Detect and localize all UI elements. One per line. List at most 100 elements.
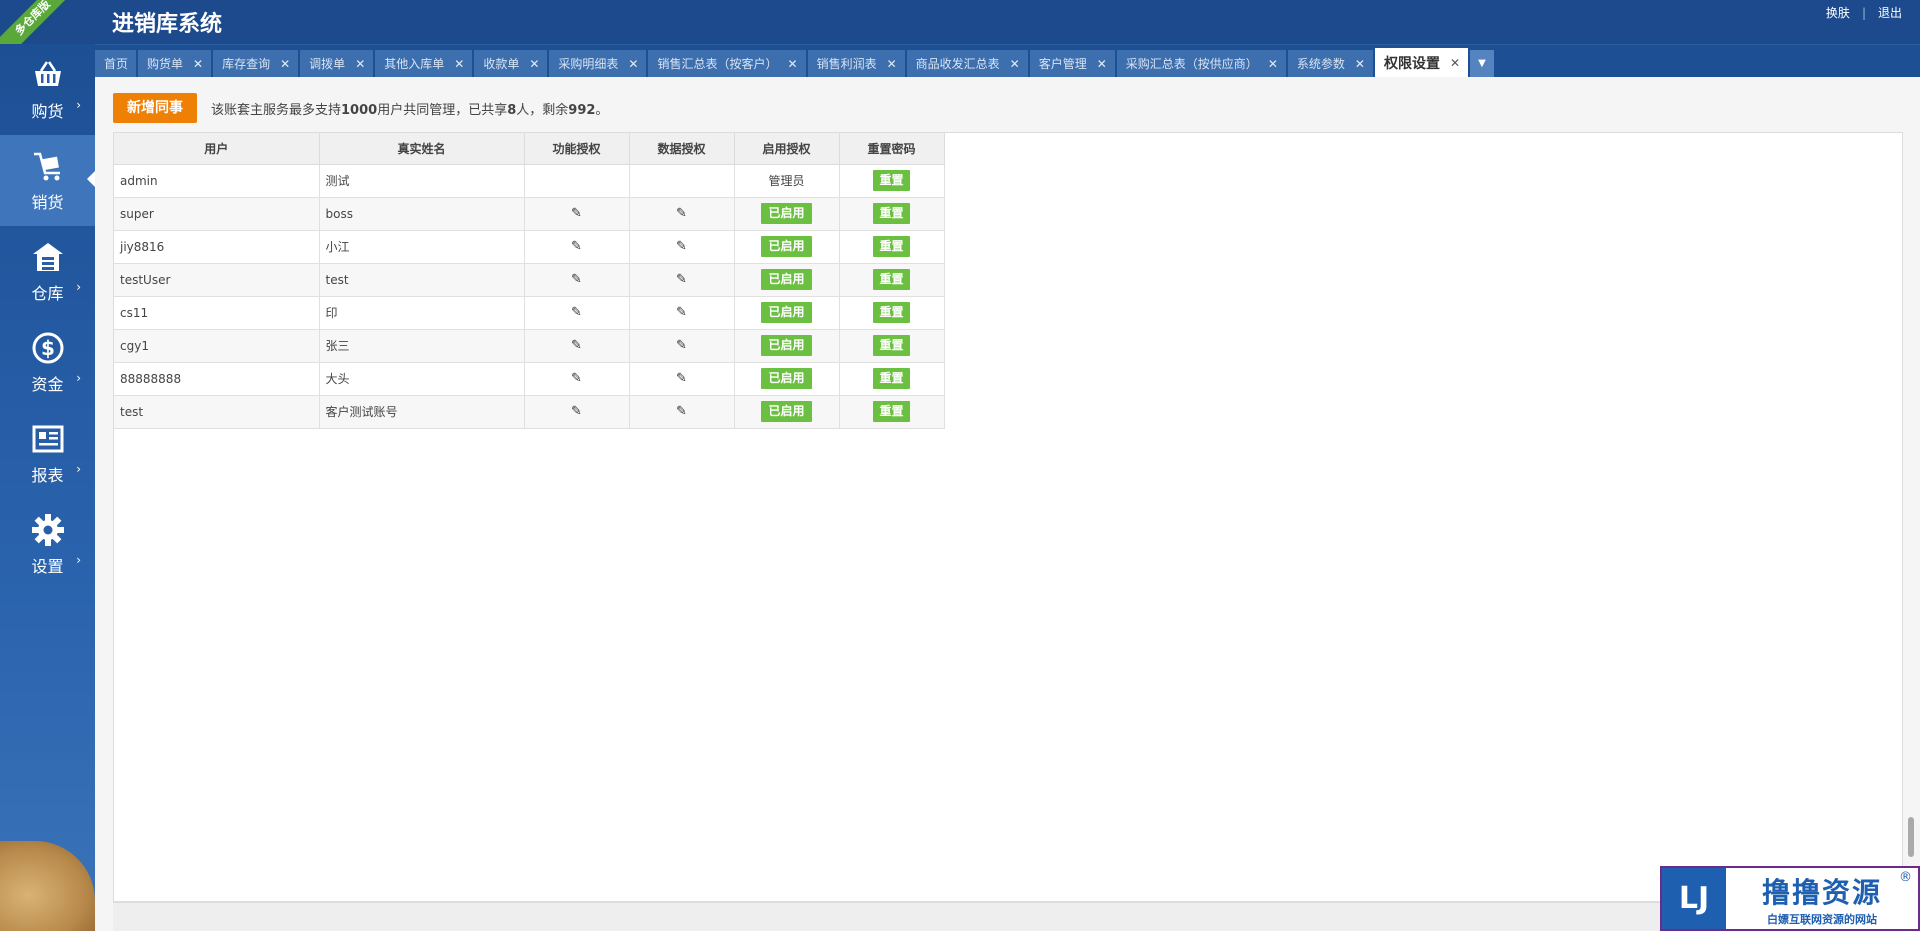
reset-password-button[interactable]: 重置 <box>873 368 910 389</box>
tab-permissions[interactable]: 权限设置 ✕ <box>1374 48 1469 77</box>
edit-icon[interactable]: ✎ <box>676 371 687 386</box>
data-auth-cell: ✎ <box>629 263 735 297</box>
column-header-user[interactable]: 用户 <box>114 133 320 165</box>
reset-password-button[interactable]: 重置 <box>873 401 910 422</box>
edit-icon[interactable]: ✎ <box>676 272 687 287</box>
tab-purchase-summary-supplier[interactable]: 采购汇总表（按供应商） ✕ <box>1116 50 1286 77</box>
sidebar-item-reports[interactable]: 报表 › <box>0 408 95 499</box>
close-icon[interactable]: ✕ <box>628 57 638 71</box>
watermark-emblem: LJ <box>1662 868 1726 929</box>
edit-icon[interactable]: ✎ <box>676 338 687 353</box>
chevron-right-icon: › <box>76 553 81 567</box>
add-colleague-button[interactable]: 新增同事 <box>113 93 197 123</box>
watermark-logo: LJ 撸撸资源 白嫖互联网资源的网站 ® <box>1660 866 1920 931</box>
tab-sales-summary-customer[interactable]: 销售汇总表（按客户） ✕ <box>648 50 806 77</box>
column-header-reset-password[interactable]: 重置密码 <box>839 133 945 165</box>
close-icon[interactable]: ✕ <box>355 57 365 71</box>
reset-password-button[interactable]: 重置 <box>873 170 910 191</box>
sidebar-item-label: 销货 <box>31 192 64 212</box>
tab-sales-profit[interactable]: 销售利润表 ✕ <box>807 50 905 77</box>
close-icon[interactable]: ✕ <box>887 57 897 71</box>
sidebar-item-funds[interactable]: $ 资金 › <box>0 317 95 408</box>
reset-password-cell: 重置 <box>839 329 945 363</box>
close-icon[interactable]: ✕ <box>1355 57 1365 71</box>
reset-password-cell: 重置 <box>839 395 945 429</box>
enabled-status-button[interactable]: 已启用 <box>761 302 812 323</box>
data-auth-cell: ✎ <box>629 329 735 363</box>
close-icon[interactable]: ✕ <box>280 57 290 71</box>
edit-icon[interactable]: ✎ <box>571 371 582 386</box>
tab-label: 权限设置 <box>1383 55 1440 72</box>
tab-customer-management[interactable]: 客户管理 ✕ <box>1029 50 1115 77</box>
logout-link[interactable]: 退出 <box>1878 4 1902 21</box>
reset-password-button[interactable]: 重置 <box>873 203 910 224</box>
tab-label: 库存查询 <box>222 57 271 71</box>
edit-icon[interactable]: ✎ <box>676 305 687 320</box>
column-header-enable-auth[interactable]: 启用授权 <box>734 133 840 165</box>
enable-auth-cell: 已启用 <box>734 362 840 396</box>
edit-icon[interactable]: ✎ <box>676 404 687 419</box>
column-header-data-auth[interactable]: 数据授权 <box>629 133 735 165</box>
reset-password-button[interactable]: 重置 <box>873 269 910 290</box>
enabled-status-button[interactable]: 已启用 <box>761 401 812 422</box>
edit-icon[interactable]: ✎ <box>571 338 582 353</box>
column-header-function-auth[interactable]: 功能授权 <box>524 133 630 165</box>
edit-icon[interactable]: ✎ <box>571 305 582 320</box>
tab-stock-query[interactable]: 库存查询 ✕ <box>213 50 299 77</box>
table-header-row: 用户 真实姓名 功能授权 数据授权 启用授权 重置密码 <box>114 133 945 165</box>
skin-link[interactable]: 换肤 <box>1826 4 1850 21</box>
toolbar: 新增同事 该账套主服务最多支持1000用户共同管理，已共享8人，剩余992。 <box>113 93 608 123</box>
enable-auth-cell: 管理员 <box>734 164 840 198</box>
real-name-cell: 印 <box>319 296 525 330</box>
user-cell: 88888888 <box>114 362 320 396</box>
tab-purchase-detail[interactable]: 采购明细表 ✕ <box>549 50 647 77</box>
tab-bar: 首页 购货单 ✕ 库存查询 ✕ 调拨单 ✕ 其他入库单 ✕ 收款单 ✕ 采购明细表 ✕ 销售… <box>95 44 1920 77</box>
close-icon[interactable]: ✕ <box>529 57 539 71</box>
close-icon[interactable]: ✕ <box>193 57 203 71</box>
edit-icon[interactable]: ✎ <box>676 239 687 254</box>
tab-label: 系统参数 <box>1296 57 1345 71</box>
enabled-status-button[interactable]: 已启用 <box>761 269 812 290</box>
user-table: 用户 真实姓名 功能授权 数据授权 启用授权 重置密码 admin 测试 管理员… <box>114 133 945 429</box>
report-icon <box>32 425 63 452</box>
sidebar-item-settings[interactable]: 设置 › <box>0 499 95 590</box>
enable-auth-cell: 已启用 <box>734 395 840 429</box>
tab-receipt[interactable]: 收款单 ✕ <box>474 50 548 77</box>
tab-goods-summary[interactable]: 商品收发汇总表 ✕ <box>906 50 1028 77</box>
enable-auth-cell: 已启用 <box>734 230 840 264</box>
scrollbar-thumb[interactable] <box>1908 817 1914 857</box>
edit-icon[interactable]: ✎ <box>571 404 582 419</box>
tab-home[interactable]: 首页 <box>95 50 137 77</box>
tab-purchase-order[interactable]: 购货单 ✕ <box>138 50 212 77</box>
table-row: jiy8816 小江 ✎ ✎ 已启用 重置 <box>114 230 945 264</box>
edit-icon[interactable]: ✎ <box>676 206 687 221</box>
enabled-status-button[interactable]: 已启用 <box>761 335 812 356</box>
tab-transfer-order[interactable]: 调拨单 ✕ <box>300 50 374 77</box>
edit-icon[interactable]: ✎ <box>571 272 582 287</box>
close-icon[interactable]: ✕ <box>1097 57 1107 71</box>
column-header-real-name[interactable]: 真实姓名 <box>319 133 525 165</box>
close-icon[interactable]: ✕ <box>788 57 798 71</box>
close-icon[interactable]: ✕ <box>1450 56 1460 70</box>
reset-password-button[interactable]: 重置 <box>873 302 910 323</box>
tab-other-inbound[interactable]: 其他入库单 ✕ <box>375 50 473 77</box>
close-icon[interactable]: ✕ <box>1268 57 1278 71</box>
close-icon[interactable]: ✕ <box>454 57 464 71</box>
edit-icon[interactable]: ✎ <box>571 239 582 254</box>
reset-password-button[interactable]: 重置 <box>873 236 910 257</box>
enabled-status-button[interactable]: 已启用 <box>761 236 812 257</box>
sidebar-item-purchase[interactable]: 购货 › <box>0 44 95 135</box>
dollar-icon: $ <box>32 332 63 363</box>
sidebar-item-warehouse[interactable]: 仓库 › <box>0 226 95 317</box>
function-auth-cell: ✎ <box>524 395 630 429</box>
close-icon[interactable]: ✕ <box>1010 57 1020 71</box>
edit-icon[interactable]: ✎ <box>571 206 582 221</box>
tab-more-dropdown[interactable]: ▼ <box>1470 50 1495 77</box>
real-name-cell: boss <box>319 197 525 231</box>
enabled-status-button[interactable]: 已启用 <box>761 368 812 389</box>
reset-password-button[interactable]: 重置 <box>873 335 910 356</box>
enabled-status-button[interactable]: 已启用 <box>761 203 812 224</box>
sidebar-item-sales[interactable]: 销货 <box>0 135 95 226</box>
tab-system-params[interactable]: 系统参数 ✕ <box>1287 50 1373 77</box>
real-name-cell: 张三 <box>319 329 525 363</box>
